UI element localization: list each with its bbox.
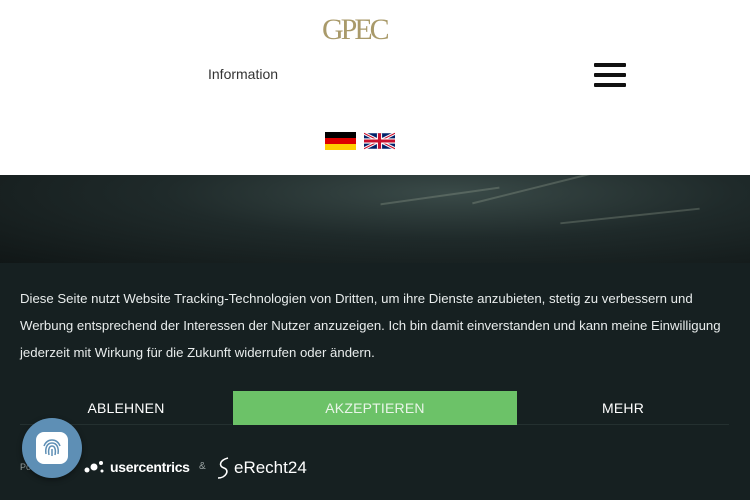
hero-image	[0, 175, 750, 265]
consent-text: Diese Seite nutzt Website Tracking-Techn…	[20, 291, 721, 360]
english-flag-icon[interactable]	[364, 132, 395, 150]
accept-button[interactable]: AKZEPTIEREN	[233, 391, 517, 425]
usercentrics-logo[interactable]: usercentrics	[84, 456, 190, 478]
erecht24-logo[interactable]: eRecht24	[216, 455, 307, 481]
privacy-settings-button[interactable]	[22, 418, 82, 478]
usercentrics-label: usercentrics	[110, 459, 190, 475]
information-link[interactable]: Information	[208, 66, 278, 82]
erecht24-label: eRecht24	[234, 458, 307, 477]
hamburger-bar	[594, 83, 626, 87]
hamburger-bar	[594, 63, 626, 67]
cookie-consent-banner: Diese Seite nutzt Website Tracking-Techn…	[0, 263, 750, 500]
hamburger-bar	[594, 73, 626, 77]
gpec-logo[interactable]: GPEC	[322, 14, 404, 46]
site-header: GPEC Information	[0, 0, 750, 175]
fingerprint-icon	[36, 432, 68, 464]
more-button[interactable]: MEHR	[517, 391, 729, 425]
german-flag-icon[interactable]	[325, 132, 356, 150]
ampersand-label: &	[199, 461, 206, 472]
erecht24-swirl-icon	[217, 457, 229, 479]
usercentrics-dots-icon	[84, 461, 104, 473]
hamburger-menu-icon[interactable]	[594, 63, 626, 87]
